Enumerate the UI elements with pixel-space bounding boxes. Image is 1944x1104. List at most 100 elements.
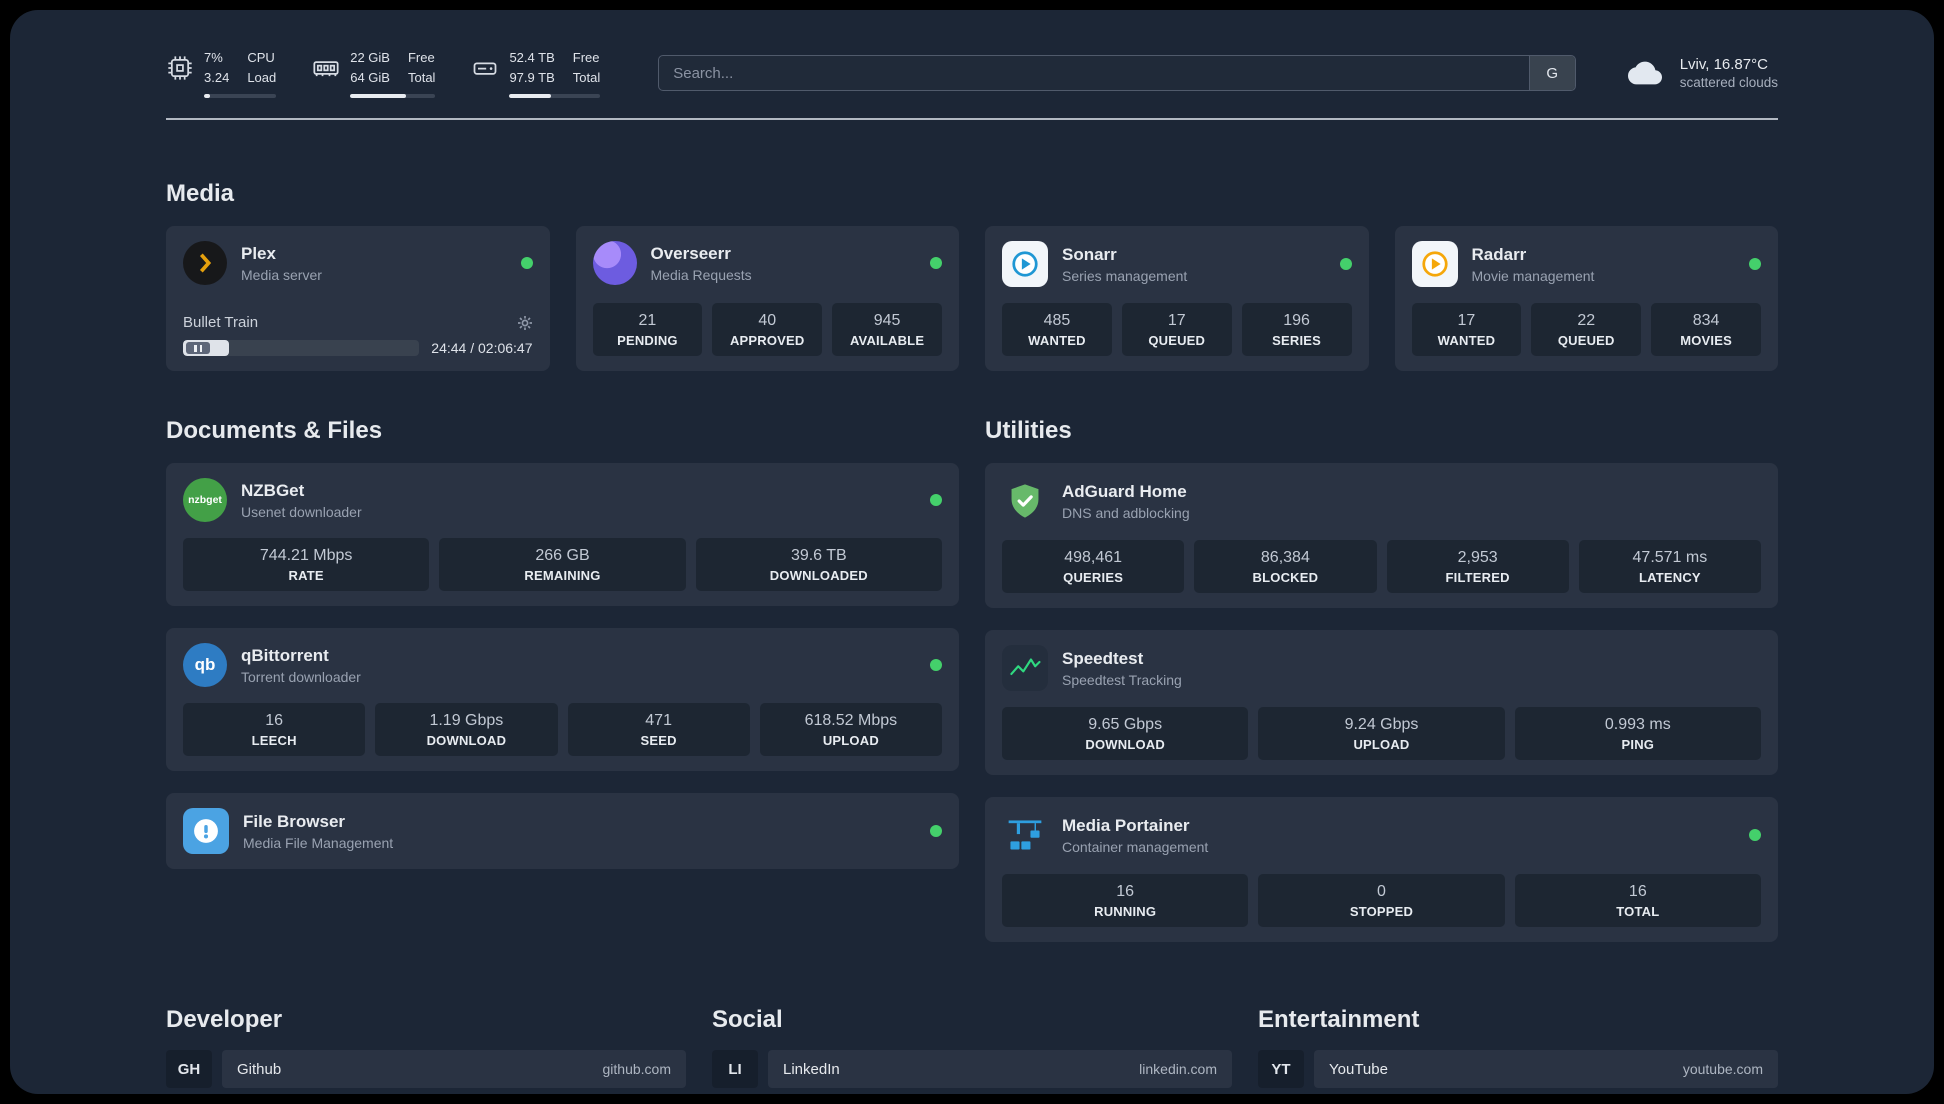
status-dot — [930, 659, 942, 671]
ram-usage-bar — [350, 94, 436, 98]
stat-seed: 471 SEED — [567, 703, 750, 756]
stat-running: 16 RUNNING — [1002, 874, 1249, 927]
app-subtitle: DNS and adblocking — [1062, 504, 1190, 521]
playback-progress-bar[interactable] — [183, 340, 420, 356]
service-card-nzbget[interactable]: nzbget NZBGet Usenet downloader 744.21 M… — [166, 463, 959, 606]
github-abbr-icon: GH — [166, 1050, 212, 1088]
pause-button[interactable] — [186, 342, 210, 354]
disk-widget: 52.4 TB 97.9 TB Free Total — [471, 48, 601, 98]
link-youtube[interactable]: YouTube youtube.com — [1314, 1050, 1778, 1088]
status-dot — [1749, 258, 1761, 270]
service-card-sonarr[interactable]: Sonarr Series management 485 WANTED 17 QUE… — [985, 226, 1369, 371]
cloud-icon — [1627, 61, 1662, 85]
radarr-icon — [1411, 241, 1458, 287]
app-name: AdGuard Home — [1062, 481, 1187, 501]
section-utilities: Utilities AdGuard Home DNS and adblockin… — [985, 417, 1778, 942]
stat-queued: 17 QUEUED — [1121, 303, 1232, 356]
service-card-overseerr[interactable]: Overseerr Media Requests 21 PENDING 40 APP… — [575, 226, 959, 371]
app-subtitle: Usenet downloader — [241, 503, 362, 520]
service-card-speedtest[interactable]: Speedtest Speedtest Tracking 9.65 Gbps DO… — [985, 630, 1778, 775]
search-engine-button[interactable]: G — [1528, 56, 1575, 90]
app-name: Plex — [241, 243, 276, 263]
cpu-values: 7% 3.24 — [204, 50, 230, 85]
stat-available: 945 AVAILABLE — [832, 303, 942, 356]
section-title-social: Social — [712, 1006, 783, 1033]
section-title-entertainment: Entertainment — [1258, 1006, 1420, 1033]
link-group-social: Social LI LinkedIn linkedin.com TW Twitt… — [712, 1006, 1232, 1094]
ram-icon — [313, 60, 339, 76]
app-subtitle: Torrent downloader — [241, 668, 361, 685]
disk-usage-bar — [509, 94, 601, 98]
status-dot — [930, 494, 942, 506]
app-name: NZBGet — [241, 480, 305, 500]
dashboard-frame: 7% 3.24 CPU Load 22 GiB 64 GiB Free Tota… — [10, 10, 1934, 1094]
app-name: qBittorrent — [241, 645, 329, 665]
nzbget-icon: nzbget — [183, 478, 227, 522]
status-dot — [520, 257, 533, 269]
section-title-documents: Documents & Files — [166, 417, 383, 444]
app-name: Radarr — [1471, 244, 1527, 264]
overseerr-icon — [592, 241, 637, 285]
stat-leech: 16 LEECH — [183, 703, 366, 756]
section-media: Media Plex Media server Bullet Train 24:… — [166, 180, 1778, 371]
plex-icon — [183, 241, 227, 285]
filebrowser-icon — [183, 808, 229, 854]
stat-upload: 618.52 Mbps UPLOAD — [759, 703, 942, 756]
stat-movies: 834 MOVIES — [1651, 303, 1761, 356]
cpu-labels: CPU Load — [247, 50, 277, 85]
link-row-youtube: YT YouTube youtube.com — [1258, 1050, 1778, 1088]
top-bar: 7% 3.24 CPU Load 22 GiB 64 GiB Free Tota… — [166, 48, 1778, 98]
search-input[interactable] — [659, 56, 1529, 90]
stat-series: 196 SERIES — [1241, 303, 1352, 356]
stat-total: 16 TOTAL — [1514, 874, 1761, 927]
gear-icon[interactable] — [517, 315, 533, 331]
sonarr-icon — [1002, 241, 1048, 287]
service-card-adguard[interactable]: AdGuard Home DNS and adblocking 498,461 Q… — [985, 463, 1778, 608]
weather-location: Lviv, 16.87°C — [1679, 56, 1768, 73]
stat-approved: 40 APPROVED — [712, 303, 823, 356]
plex-player-widget: Bullet Train 24:44 / 02:06:47 — [183, 302, 533, 356]
app-name: Overseerr — [650, 243, 731, 263]
section-title-utilities: Utilities — [985, 417, 1072, 444]
stat-wanted: 17 WANTED — [1411, 303, 1522, 356]
stat-downloaded: 39.6 TB DOWNLOADED — [695, 538, 942, 591]
stat-upload: 9.24 Gbps UPLOAD — [1258, 707, 1505, 760]
service-card-portainer[interactable]: Media Portainer Container management 16 R… — [985, 797, 1778, 942]
app-subtitle: Container management — [1062, 838, 1209, 855]
app-subtitle: Media File Management — [243, 834, 394, 851]
stat-rate: 744.21 Mbps RATE — [183, 538, 430, 591]
stat-wanted: 485 WANTED — [1002, 303, 1112, 356]
cpu-widget: 7% 3.24 CPU Load — [166, 48, 277, 98]
stat-ping: 0.993 ms PING — [1514, 707, 1761, 760]
stat-download: 1.19 Gbps DOWNLOAD — [375, 703, 558, 756]
app-subtitle: Media Requests — [650, 266, 752, 283]
app-name: File Browser — [243, 811, 346, 831]
app-subtitle: Media server — [241, 266, 322, 283]
service-card-qbittorrent[interactable]: qb qBittorrent Torrent downloader 16 LEEC… — [166, 628, 959, 771]
weather-widget: Lviv, 16.87°C scattered clouds — [1622, 56, 1778, 90]
stat-latency: 47.571 ms LATENCY — [1578, 540, 1761, 593]
adguard-icon — [1002, 478, 1048, 524]
disk-labels: Free Total — [572, 50, 601, 85]
youtube-abbr-icon: YT — [1258, 1050, 1304, 1088]
stat-remaining: 266 GB REMAINING — [439, 538, 686, 591]
app-subtitle: Movie management — [1471, 267, 1595, 284]
service-card-plex[interactable]: Plex Media server Bullet Train 24:44 / 0… — [166, 226, 550, 371]
status-dot — [930, 825, 942, 837]
ram-labels: Free Total — [407, 50, 436, 85]
link-linkedin[interactable]: LinkedIn linkedin.com — [768, 1050, 1232, 1088]
stat-queries: 498,461 QUERIES — [1002, 540, 1185, 593]
service-card-radarr[interactable]: Radarr Movie management 17 WANTED 22 QUEUE… — [1394, 226, 1778, 371]
link-group-developer: Developer GH Github github.com SO StackO… — [166, 1006, 686, 1094]
cpu-usage-bar — [204, 94, 277, 98]
speedtest-icon — [1002, 645, 1048, 691]
app-subtitle: Series management — [1062, 267, 1188, 284]
app-name: Speedtest — [1062, 648, 1144, 668]
disk-icon — [474, 61, 497, 75]
cpu-icon — [168, 55, 192, 80]
app-subtitle: Speedtest Tracking — [1062, 671, 1182, 688]
link-github[interactable]: Github github.com — [222, 1050, 686, 1088]
service-card-filebrowser[interactable]: File Browser Media File Management — [166, 793, 959, 869]
search-bar: G — [658, 55, 1576, 91]
link-row-linkedin: LI LinkedIn linkedin.com — [712, 1050, 1232, 1088]
